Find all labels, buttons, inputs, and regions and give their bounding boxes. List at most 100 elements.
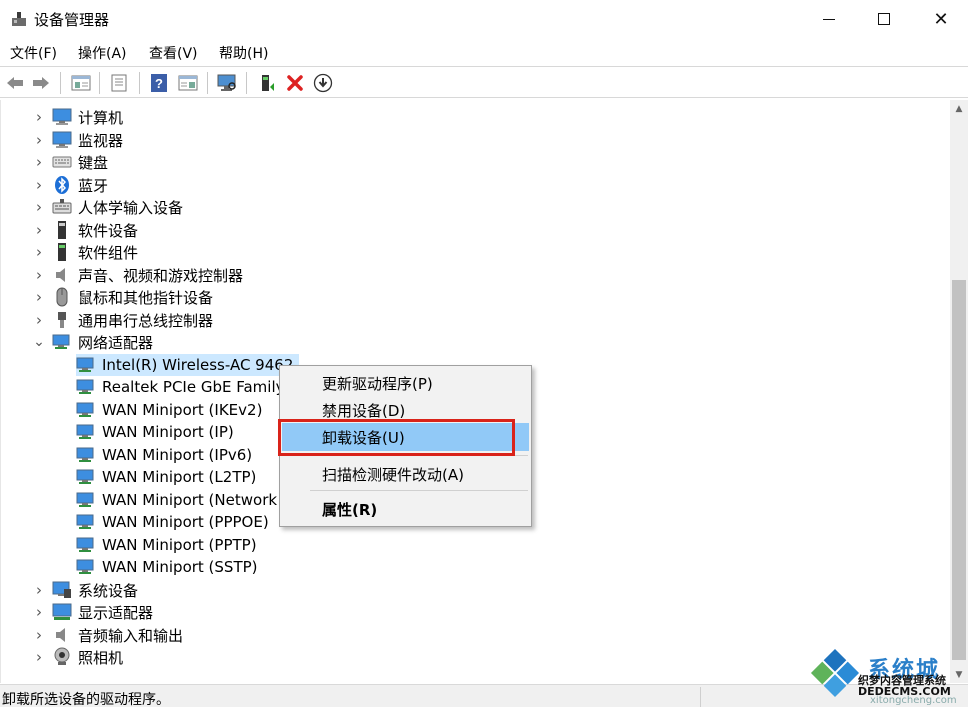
- tree-category-label: 鼠标和其他指针设备: [78, 288, 214, 307]
- maximize-button[interactable]: [857, 0, 911, 38]
- menu-action[interactable]: 操作(A): [78, 43, 127, 63]
- menu-view[interactable]: 查看(V): [149, 43, 198, 63]
- chevron-right-icon[interactable]: ›: [33, 174, 45, 196]
- tree-device-label: WAN Miniport (PPTP): [102, 536, 257, 554]
- tree-device-item[interactable]: Intel(R) Wireless-AC 9462: [76, 354, 300, 376]
- computer-icon: [52, 108, 72, 126]
- tree-category-label: 音频输入和输出: [78, 626, 184, 645]
- chevron-right-icon[interactable]: ›: [33, 579, 45, 601]
- tree-category[interactable]: 显示适配器: [52, 601, 153, 623]
- network-adapter-icon: [76, 468, 96, 486]
- ctx-separator: [310, 490, 528, 491]
- chevron-right-icon[interactable]: ›: [33, 264, 45, 286]
- chevron-right-icon[interactable]: ›: [33, 129, 45, 151]
- menu-file[interactable]: 文件(F): [10, 43, 57, 63]
- status-text: 卸载所选设备的驱动程序。: [2, 692, 170, 707]
- tree-category[interactable]: 软件组件: [52, 241, 138, 263]
- tree-category[interactable]: 声音、视频和游戏控制器: [52, 264, 243, 286]
- monitor-icon: [52, 131, 72, 149]
- close-icon: ✕: [933, 8, 949, 30]
- scrollbar-thumb[interactable]: [952, 280, 966, 660]
- tree-device-item[interactable]: Realtek PCIe GbE Family C: [76, 376, 306, 398]
- chevron-right-icon[interactable]: ›: [33, 601, 45, 623]
- network-adapter-icon: [76, 558, 96, 576]
- network-adapter-icon: [76, 491, 96, 509]
- status-separator: [700, 687, 701, 707]
- close-button[interactable]: ✕: [914, 0, 968, 38]
- network-adapter-icon: [76, 536, 96, 554]
- chevron-right-icon[interactable]: ›: [33, 286, 45, 308]
- bluetooth-icon: [52, 176, 72, 194]
- tree-category[interactable]: 软件设备: [52, 219, 138, 241]
- network-adapter-icon: [76, 378, 96, 396]
- tree-device-item[interactable]: WAN Miniport (SSTP): [76, 556, 264, 578]
- chevron-right-icon[interactable]: ›: [33, 309, 45, 331]
- chevron-right-icon[interactable]: ›: [33, 196, 45, 218]
- menu-help[interactable]: 帮助(H): [219, 43, 268, 63]
- audio-io-icon: [52, 626, 72, 644]
- ctx-properties[interactable]: 属性(R): [282, 495, 529, 523]
- ctx-item-label: 属性(R): [322, 500, 378, 519]
- chevron-right-icon[interactable]: ›: [33, 241, 45, 263]
- chevron-right-icon[interactable]: ›: [33, 106, 45, 128]
- tree-device-label: WAN Miniport (SSTP): [102, 558, 258, 576]
- software-device-icon: [52, 221, 72, 239]
- tree-device-item[interactable]: WAN Miniport (PPPOE): [76, 511, 275, 533]
- tree-category-label: 软件组件: [78, 243, 139, 262]
- tree-device-label: Intel(R) Wireless-AC 9462: [102, 356, 294, 374]
- tree-category-label: 计算机: [78, 108, 124, 127]
- tree-device-item[interactable]: WAN Miniport (IPv6): [76, 444, 258, 466]
- update-driver-icon[interactable]: [256, 72, 278, 94]
- vertical-scrollbar[interactable]: ▲ ▼: [950, 100, 968, 683]
- view-icon[interactable]: [177, 72, 199, 94]
- tree-category[interactable]: 监视器: [52, 129, 123, 151]
- tree-category[interactable]: 照相机: [52, 646, 123, 668]
- network-adapter-icon: [76, 513, 96, 531]
- tree-category[interactable]: 通用串行总线控制器: [52, 309, 213, 331]
- tree-device-label: WAN Miniport (PPPOE): [102, 513, 269, 531]
- device-list-icon[interactable]: [108, 72, 130, 94]
- tree-device-item[interactable]: WAN Miniport (PPTP): [76, 534, 263, 556]
- toolbar-separator: [139, 72, 140, 94]
- network-adapter-icon: [52, 333, 72, 351]
- tree-category[interactable]: 计算机: [52, 106, 123, 128]
- tree-category[interactable]: 网络适配器: [52, 331, 153, 353]
- software-component-icon: [52, 243, 72, 261]
- tree-category[interactable]: 音频输入和输出: [52, 624, 183, 646]
- minimize-button[interactable]: [802, 0, 856, 38]
- tree-device-item[interactable]: WAN Miniport (IKEv2): [76, 399, 268, 421]
- watermark-url: xitongcheng.com: [870, 695, 957, 706]
- help-icon[interactable]: ?: [148, 72, 170, 94]
- properties-pane-icon[interactable]: [70, 72, 92, 94]
- tree-category[interactable]: 系统设备: [52, 579, 138, 601]
- chevron-right-icon[interactable]: ›: [33, 151, 45, 173]
- tree-category[interactable]: 键盘: [52, 151, 108, 173]
- scroll-up-icon[interactable]: ▲: [950, 100, 968, 117]
- tree-category[interactable]: 鼠标和其他指针设备: [52, 286, 213, 308]
- chevron-right-icon[interactable]: ›: [33, 624, 45, 646]
- tree-category[interactable]: 人体学输入设备: [52, 196, 183, 218]
- forward-icon[interactable]: [30, 72, 52, 94]
- tree-category-label: 蓝牙: [78, 176, 109, 195]
- tree-device-item[interactable]: WAN Miniport (Network M: [76, 489, 301, 511]
- tree-category[interactable]: 蓝牙: [52, 174, 108, 196]
- tree-category-label: 键盘: [78, 153, 109, 172]
- back-icon[interactable]: [4, 72, 26, 94]
- tree-device-item[interactable]: WAN Miniport (IP): [76, 421, 240, 443]
- tree-device-label: WAN Miniport (IP): [102, 423, 234, 441]
- tree-category-label: 网络适配器: [78, 333, 154, 352]
- usb-icon: [52, 311, 72, 329]
- chevron-right-icon[interactable]: ›: [33, 219, 45, 241]
- download-icon[interactable]: [312, 72, 334, 94]
- chevron-down-icon[interactable]: ⌄: [33, 331, 45, 353]
- tree-device-item[interactable]: WAN Miniport (L2TP): [76, 466, 262, 488]
- watermark-logo-icon: [810, 648, 860, 698]
- tree-device-label: WAN Miniport (L2TP): [102, 468, 257, 486]
- chevron-right-icon[interactable]: ›: [33, 646, 45, 668]
- uninstall-icon[interactable]: [284, 72, 306, 94]
- ctx-scan-hardware[interactable]: 扫描检测硬件改动(A): [282, 460, 529, 488]
- ctx-update-driver[interactable]: 更新驱动程序(P): [282, 369, 529, 397]
- tree-category-label: 系统设备: [78, 581, 139, 600]
- menu-bar: 文件(F) 操作(A) 查看(V) 帮助(H): [0, 38, 968, 66]
- scan-hardware-icon[interactable]: [216, 72, 238, 94]
